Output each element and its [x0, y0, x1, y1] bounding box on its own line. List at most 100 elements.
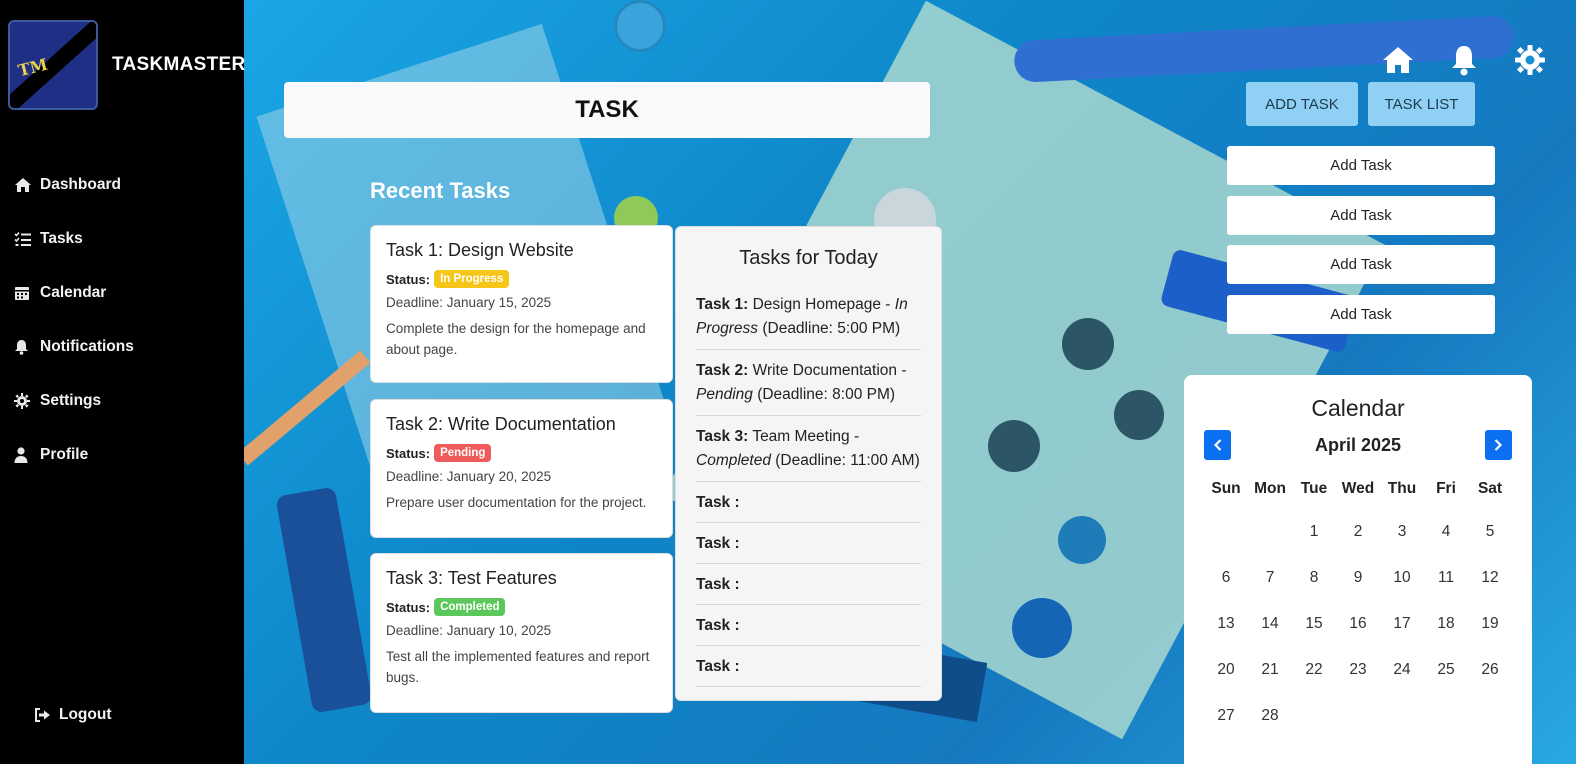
today-task-row[interactable]: Task 3: Team Meeting - Completed (Deadli… [696, 416, 921, 482]
calendar-day[interactable]: 17 [1380, 614, 1424, 660]
calendar-nav: April 2025 [1204, 430, 1512, 460]
add-task-item[interactable]: Add Task [1227, 195, 1495, 235]
logout-button[interactable]: Logout [34, 706, 112, 724]
task-status: Status: Pending [386, 444, 657, 462]
calendar-blank [1204, 522, 1248, 568]
calendar-day[interactable]: 9 [1336, 568, 1380, 614]
brand: TM TASKMASTER [8, 20, 246, 110]
calendar-day[interactable]: 5 [1468, 522, 1512, 568]
sidebar-item-notifications[interactable]: Notifications [14, 320, 134, 374]
calendar-grid: Sun Mon Tue Wed Thu Fri Sat 1 2 3 4 5 6 7 8 9 10 11 12 13 14… [1204, 480, 1512, 752]
calendar-day[interactable]: 25 [1424, 660, 1468, 706]
calendar-day[interactable]: 21 [1248, 660, 1292, 706]
add-task-list: Add Task Add Task Add Task Add Task [1227, 146, 1495, 344]
task-status: Status: Completed [386, 598, 657, 616]
calendar-day[interactable]: 4 [1424, 522, 1468, 568]
sidebar-item-label: Dashboard [40, 176, 121, 193]
task-description: Complete the design for the homepage and… [386, 321, 646, 357]
calendar-day[interactable]: 23 [1336, 660, 1380, 706]
today-task-name: Write Documentation - [752, 362, 907, 379]
bg-button [1012, 598, 1072, 658]
today-task-label: Task : [696, 658, 740, 675]
calendar-day[interactable]: 22 [1292, 660, 1336, 706]
task-deadline: Deadline: January 15, 2025 [386, 295, 552, 310]
calendar-title: Calendar [1311, 395, 1405, 421]
next-month-button[interactable] [1484, 430, 1512, 460]
prev-month-button[interactable] [1204, 430, 1231, 460]
task-card[interactable]: Task 3: Test Features Status: Completed … [370, 553, 673, 713]
task-deadline: Deadline: January 20, 2025 [386, 469, 552, 484]
today-task-label: Task 3: [696, 428, 749, 445]
status-label: Status: [386, 445, 431, 461]
status-badge: Pending [434, 444, 492, 462]
today-task-row-empty[interactable]: Task : [696, 646, 921, 687]
today-task-row-empty[interactable]: Task : [696, 564, 921, 605]
calendar-day[interactable]: 16 [1336, 614, 1380, 660]
task-title: Task 2: Write Documentation [386, 414, 616, 434]
add-task-item[interactable]: Add Task [1227, 294, 1495, 334]
calendar-day[interactable]: 12 [1468, 568, 1512, 614]
chevron-left-icon [1213, 439, 1221, 451]
status-label: Status: [386, 599, 431, 615]
task-deadline: Deadline: January 10, 2025 [386, 623, 552, 638]
today-task-deadline: (Deadline: 8:00 PM) [752, 386, 896, 403]
sidebar-item-dashboard[interactable]: Dashboard [14, 158, 134, 212]
add-task-button[interactable]: ADD TASK [1246, 82, 1358, 126]
calendar-day[interactable]: 6 [1204, 568, 1248, 614]
today-task-row[interactable]: Task 1: Design Homepage - In Progress (D… [696, 284, 921, 350]
bell-icon[interactable] [1446, 42, 1482, 78]
task-card[interactable]: Task 1: Design Website Status: In Progre… [370, 225, 673, 383]
top-icon-bar [1380, 42, 1548, 78]
bg-button [1114, 390, 1164, 440]
today-task-label: Task 1: [696, 296, 749, 313]
gear-icon[interactable] [1512, 42, 1548, 78]
chevron-right-icon [1495, 439, 1503, 451]
home-icon[interactable] [1380, 42, 1416, 78]
add-task-item[interactable]: Add Task [1227, 146, 1495, 185]
today-task-row-empty[interactable]: Task : [696, 605, 921, 646]
status-label: Status: [386, 271, 431, 287]
task-list-button[interactable]: TASK LIST [1368, 82, 1475, 126]
add-task-item[interactable]: Add Task [1227, 245, 1495, 284]
bg-button [988, 420, 1040, 472]
today-task-row-empty[interactable]: Task : [696, 523, 921, 564]
sidebar-item-settings[interactable]: Settings [14, 374, 134, 428]
calendar-day[interactable]: 14 [1248, 614, 1292, 660]
sign-out-icon [34, 708, 51, 722]
sidebar-nav: Dashboard Tasks Calendar Notifications S… [14, 158, 134, 482]
calendar-day[interactable]: 2 [1336, 522, 1380, 568]
today-task-row[interactable]: Task 2: Write Documentation - Pending (D… [696, 350, 921, 416]
recent-tasks-title: Recent Tasks [370, 178, 511, 203]
sidebar-item-profile[interactable]: Profile [14, 428, 134, 482]
weekday-header: Wed [1341, 480, 1375, 497]
calendar-day[interactable]: 27 [1204, 706, 1248, 752]
calendar-day[interactable]: 3 [1380, 522, 1424, 568]
sidebar-item-tasks[interactable]: Tasks [14, 212, 134, 266]
calendar-day[interactable]: 18 [1424, 614, 1468, 660]
calendar-day[interactable]: 15 [1292, 614, 1336, 660]
sidebar-item-label: Calendar [40, 284, 107, 301]
calendar-day[interactable]: 26 [1468, 660, 1512, 706]
status-badge: In Progress [434, 270, 510, 288]
calendar-day[interactable]: 11 [1424, 568, 1468, 614]
today-task-status: Pending [696, 386, 753, 403]
task-list-icon [14, 231, 36, 247]
calendar-day[interactable]: 7 [1248, 568, 1292, 614]
calendar-day[interactable]: 20 [1204, 660, 1248, 706]
calendar-day[interactable]: 1 [1292, 522, 1336, 568]
today-title: Tasks for Today [739, 247, 878, 269]
tasks-for-today-panel: Tasks for Today Task 1: Design Homepage … [675, 226, 942, 701]
calendar-day[interactable]: 19 [1468, 614, 1512, 660]
today-task-name: Design Homepage - [752, 296, 895, 313]
task-card[interactable]: Task 2: Write Documentation Status: Pend… [370, 399, 673, 538]
brand-logo: TM [8, 20, 98, 110]
calendar-day[interactable]: 24 [1380, 660, 1424, 706]
calendar-day[interactable]: 10 [1380, 568, 1424, 614]
calendar-day[interactable]: 13 [1204, 614, 1248, 660]
today-task-status: Completed [696, 452, 771, 469]
brand-name: TASKMASTER [112, 54, 246, 75]
calendar-day[interactable]: 28 [1248, 706, 1292, 752]
calendar-day[interactable]: 8 [1292, 568, 1336, 614]
sidebar-item-calendar[interactable]: Calendar [14, 266, 134, 320]
today-task-row-empty[interactable]: Task : [696, 482, 921, 523]
